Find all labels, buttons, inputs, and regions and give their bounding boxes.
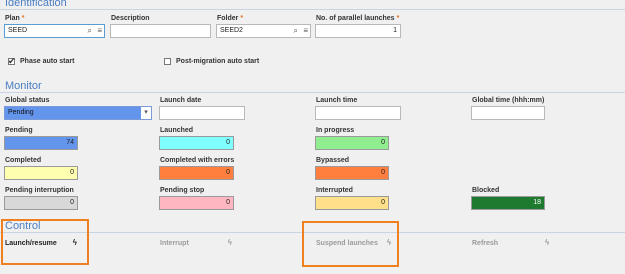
pending-stop-counter: 0 bbox=[159, 196, 234, 210]
post-migration-auto-start-label: Post-migration auto start bbox=[176, 58, 260, 65]
global-time-field[interactable] bbox=[471, 106, 545, 120]
global-status-select[interactable]: Pending ▾ bbox=[4, 106, 152, 120]
pending-stop-count: 0 bbox=[226, 199, 230, 206]
suspend-launches-label: Suspend launches bbox=[316, 240, 378, 247]
pending-stop-label: Pending stop bbox=[160, 187, 205, 194]
global-status-value: Pending bbox=[8, 109, 34, 116]
pending-count: 74 bbox=[66, 139, 74, 146]
pending-interruption-count: 0 bbox=[70, 199, 74, 206]
interrupt-label: Interrupt bbox=[160, 240, 189, 247]
launched-label: Launched bbox=[160, 127, 194, 134]
description-field[interactable] bbox=[110, 24, 211, 38]
parallel-launches-value: 1 bbox=[393, 27, 397, 34]
folder-field[interactable]: SEED2 ⌕ ≡ bbox=[216, 24, 311, 38]
phase-auto-start-checkbox[interactable]: ✔ bbox=[8, 56, 16, 66]
in-progress-label: In progress bbox=[316, 127, 355, 134]
suspend-launches-button[interactable]: Suspend launches ϟ bbox=[316, 238, 391, 247]
plan-label: Plan * bbox=[5, 15, 25, 22]
launched-count: 0 bbox=[226, 139, 230, 146]
section-divider bbox=[0, 9, 625, 10]
interrupted-count: 0 bbox=[381, 199, 385, 206]
list-icon[interactable]: ≡ bbox=[303, 26, 308, 35]
completed-label: Completed bbox=[5, 157, 42, 164]
plan-value: SEED bbox=[8, 27, 28, 34]
section-title-identification: Identification bbox=[5, 0, 67, 9]
completed-with-errors-counter: 0 bbox=[159, 166, 234, 180]
completed-with-errors-label: Completed with errors bbox=[160, 157, 235, 164]
blocked-counter: 18 bbox=[471, 196, 545, 210]
bypassed-label: Bypassed bbox=[316, 157, 350, 164]
launch-time-field[interactable] bbox=[315, 106, 401, 120]
bypassed-count: 0 bbox=[381, 169, 385, 176]
launch-date-label: Launch date bbox=[160, 97, 202, 104]
blocked-label: Blocked bbox=[472, 187, 500, 194]
pending-interruption-counter: 0 bbox=[4, 196, 78, 210]
lightning-icon: ϟ bbox=[72, 238, 77, 247]
completed-count: 0 bbox=[70, 169, 74, 176]
pending-counter: 74 bbox=[4, 136, 78, 150]
in-progress-count: 0 bbox=[381, 139, 385, 146]
blocked-count: 18 bbox=[533, 199, 541, 206]
refresh-button[interactable]: Refresh ϟ bbox=[472, 238, 549, 247]
lightning-icon: ϟ bbox=[545, 238, 550, 247]
launched-counter: 0 bbox=[159, 136, 234, 150]
interrupted-counter: 0 bbox=[315, 196, 389, 210]
lightning-icon: ϟ bbox=[227, 238, 232, 247]
in-progress-counter: 0 bbox=[315, 136, 389, 150]
global-time-label: Global time (hhh:mm) bbox=[472, 97, 545, 104]
parallel-launches-field[interactable]: 1 bbox=[315, 24, 401, 38]
completed-with-errors-count: 0 bbox=[226, 169, 230, 176]
phase-auto-start-label: Phase auto start bbox=[20, 58, 75, 65]
pending-interruption-label: Pending interruption bbox=[5, 187, 74, 194]
interrupt-button[interactable]: Interrupt ϟ bbox=[160, 238, 232, 247]
launch-time-label: Launch time bbox=[316, 97, 358, 104]
parallel-launches-label: No. of parallel launches * bbox=[316, 15, 400, 22]
global-status-label: Global status bbox=[5, 97, 50, 104]
launch-date-field[interactable] bbox=[159, 106, 245, 120]
search-icon[interactable]: ⌕ bbox=[88, 26, 92, 36]
bypassed-counter: 0 bbox=[315, 166, 389, 180]
checkmark-icon: ✔ bbox=[8, 56, 16, 66]
section-title-monitor: Monitor bbox=[5, 80, 42, 92]
list-icon[interactable]: ≡ bbox=[97, 26, 102, 35]
launch-resume-button[interactable]: Launch/resume ϟ bbox=[5, 238, 77, 247]
folder-value: SEED2 bbox=[220, 27, 243, 34]
lightning-icon: ϟ bbox=[386, 238, 392, 247]
plan-field[interactable]: SEED ⌕ ≡ bbox=[4, 24, 105, 38]
refresh-label: Refresh bbox=[472, 240, 499, 247]
section-divider bbox=[0, 92, 625, 93]
folder-label: Folder * bbox=[217, 15, 244, 22]
completed-counter: 0 bbox=[4, 166, 78, 180]
post-migration-auto-start-checkbox[interactable] bbox=[164, 58, 171, 65]
search-icon[interactable]: ⌕ bbox=[294, 26, 298, 36]
description-label: Description bbox=[111, 15, 150, 22]
launch-resume-label: Launch/resume bbox=[5, 240, 57, 247]
chevron-down-icon[interactable]: ▾ bbox=[141, 107, 151, 119]
interrupted-label: Interrupted bbox=[316, 187, 353, 194]
pending-label: Pending bbox=[5, 127, 33, 134]
